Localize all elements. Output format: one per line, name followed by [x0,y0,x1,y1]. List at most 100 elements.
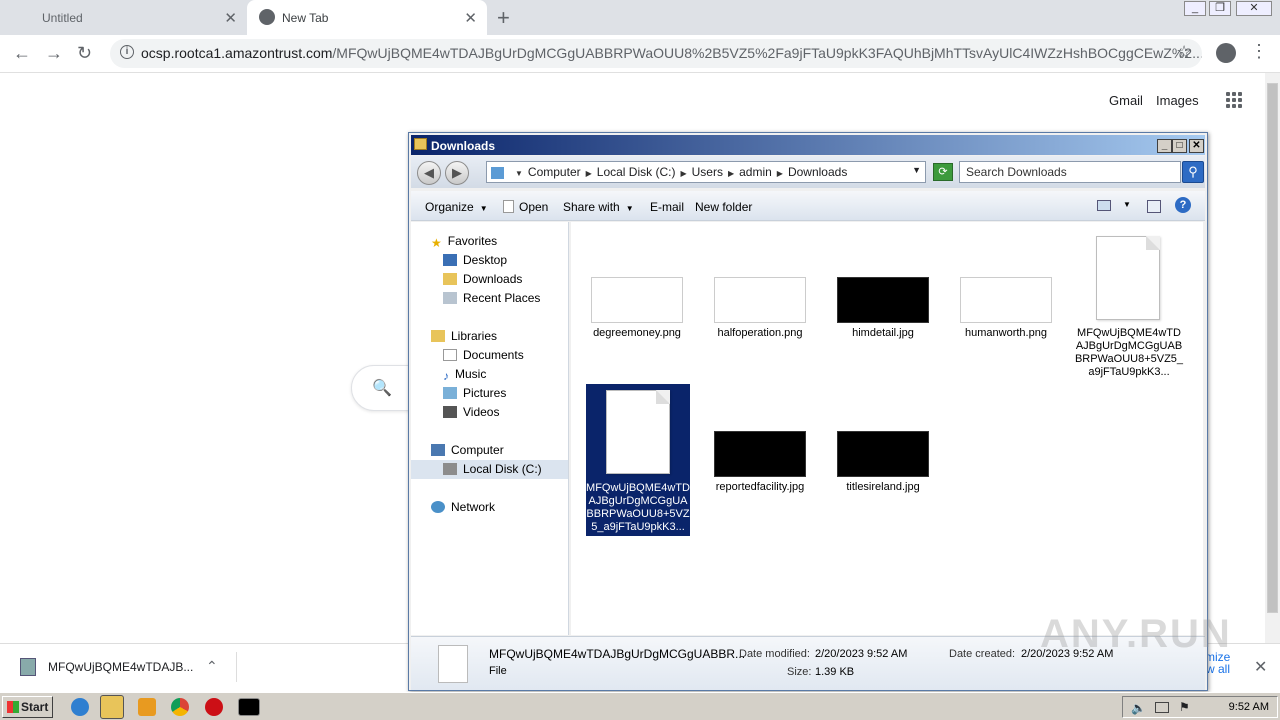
flag-icon[interactable]: ⚑ [1179,700,1190,714]
details-created-label: Date created: [949,648,1016,660]
breadcrumb-item[interactable]: admin [739,165,772,179]
clock[interactable]: 9:52 AM [1229,701,1269,713]
page-scrollbar[interactable] [1265,73,1280,643]
libraries-icon [431,330,445,342]
image-thumbnail [837,277,929,323]
close-icon[interactable]: ✕ [1189,139,1204,153]
email-button[interactable]: E-mail [650,200,684,214]
tab-bar: Untitled ✕ New Tab ✕ + _ ❐ ✕ [0,0,1280,35]
details-size-label: Size: [787,666,812,678]
close-window-icon[interactable]: ✕ [1236,1,1272,16]
star-icon: ★ [431,236,442,250]
omnibox[interactable]: i ocsp.rootca1.amazontrust.com/MFQwUjBQM… [110,39,1202,68]
sidebar-item-videos[interactable]: Videos [443,405,499,419]
sidebar-item-computer[interactable]: Computer [431,443,504,457]
restore-window-icon[interactable]: ❐ [1209,1,1231,16]
minimize-window-icon[interactable]: _ [1184,1,1206,16]
close-tab-icon[interactable]: ✕ [464,9,477,27]
search-icon[interactable]: ⚲ [1182,161,1204,183]
close-icon[interactable]: ✕ [1254,657,1267,677]
network-tray-icon[interactable] [1155,702,1169,713]
taskbar: Start 🔈 ⚑ 9:52 AM [0,692,1280,720]
help-icon[interactable]: ? [1175,197,1191,213]
tab-untitled[interactable]: Untitled ✕ [0,0,247,35]
media-player-icon[interactable] [138,698,156,716]
bookmark-star-icon[interactable]: ☆ [1176,42,1192,63]
close-tab-icon[interactable]: ✕ [224,9,237,27]
sidebar-item-desktop[interactable]: Desktop [443,253,507,267]
maximize-icon[interactable]: □ [1172,139,1187,153]
new-folder-button[interactable]: New folder [695,200,752,214]
new-tab-icon[interactable]: + [497,5,510,31]
search-icon: 🔍 [372,380,392,397]
sidebar-label: Network [451,500,496,514]
image-thumbnail [837,431,929,477]
document-icon [1096,236,1160,320]
explorer-titlebar[interactable]: Downloads _ □ ✕ [411,135,1205,155]
cmd-icon[interactable] [238,698,260,716]
preview-pane-icon[interactable] [1147,200,1161,213]
start-button[interactable]: Start [2,696,53,718]
music-icon: ♪ [443,369,449,383]
back-icon[interactable]: ◀ [417,161,441,185]
ie-icon[interactable] [71,698,89,716]
minimize-icon[interactable]: _ [1157,139,1172,153]
sidebar-label: Music [455,367,487,381]
file-name: humanworth.png [965,327,1047,339]
chevron-down-icon[interactable]: ▼ [1123,200,1131,209]
show-all-button[interactable]: w all [1206,662,1230,676]
explorer-taskbar-icon[interactable] [100,695,124,719]
chrome-icon[interactable] [171,698,189,716]
chevron-up-icon[interactable]: ⌃ [206,658,218,675]
sidebar-item-recent-places[interactable]: Recent Places [443,291,540,305]
reload-icon[interactable]: ↻ [77,43,92,64]
menu-icon[interactable]: ⋮ [1250,41,1268,62]
opera-icon[interactable] [205,698,223,716]
speaker-icon[interactable]: 🔈 [1131,701,1146,715]
breadcrumb[interactable]: ▼ Computer ▶ Local Disk (C:) ▶ Users ▶ admin ▶ Do… [486,161,926,183]
explorer-window: Downloads _ □ ✕ ◀ ▶ ▼ Computer ▶ Local Disk… [408,132,1208,691]
forward-icon[interactable]: ▶ [445,161,469,185]
back-icon[interactable]: ← [13,43,31,64]
scrollbar-thumb[interactable] [1267,83,1278,613]
organize-button[interactable]: Organize ▼ [425,200,488,214]
sidebar-item-documents[interactable]: Documents [443,348,524,362]
gmail-link[interactable]: Gmail [1109,93,1143,108]
windows-logo-icon [7,701,19,713]
sidebar-item-favorites[interactable]: ★ Favorites [431,234,497,250]
sidebar-item-libraries[interactable]: Libraries [431,329,497,343]
sidebar-item-pictures[interactable]: Pictures [443,386,506,400]
chevron-down-icon[interactable]: ▼ [912,165,921,175]
apps-grid-icon[interactable] [1226,92,1242,108]
open-label: Open [519,200,549,214]
file-name: MFQwUjBQME4wTDAJBgUrDgMCGgUABBRPWaOUU8+5… [1074,327,1184,378]
share-with-button[interactable]: Share with ▼ [563,200,634,214]
file-item-selected[interactable]: MFQwUjBQME4wTDAJBgUrDgMCGgUABBRPWaOUU8+5… [586,384,690,536]
document-icon [438,645,468,683]
sidebar-item-local-disk[interactable]: Local Disk (C:) [411,460,568,479]
refresh-icon[interactable]: ⟳ [933,163,953,181]
images-link[interactable]: Images [1156,93,1199,108]
globe-icon [259,9,275,25]
file-name: reportedfacility.jpg [715,481,805,493]
tab-new-tab[interactable]: New Tab ✕ [247,0,487,35]
breadcrumb-item[interactable]: Local Disk (C:) [597,165,676,179]
address-bar: ← → ↻ i ocsp.rootca1.amazontrust.com/MFQ… [0,35,1280,73]
sidebar-item-network[interactable]: Network [431,500,495,514]
download-item-name[interactable]: MFQwUjBQME4wTDAJB... [48,660,193,674]
breadcrumb-item[interactable]: Users [692,165,723,179]
sidebar-item-downloads[interactable]: Downloads [443,272,522,286]
forward-icon[interactable]: → [45,43,63,64]
view-icon[interactable] [1097,200,1111,211]
sidebar-item-music[interactable]: ♪ Music [443,367,487,383]
account-icon[interactable] [1216,43,1236,63]
breadcrumb-item[interactable]: Computer [528,165,581,179]
open-button[interactable]: Open [503,200,548,214]
file-name: MFQwUjBQME4wTDAJBgUrDgMCGgUABBRPWaOUU8+5… [586,482,690,533]
search-input[interactable]: Search Downloads [959,161,1181,183]
image-thumbnail [714,431,806,477]
sidebar-label: Documents [463,348,524,362]
breadcrumb-item[interactable]: Downloads [788,165,847,179]
document-icon [606,390,670,474]
info-icon[interactable]: i [120,45,134,59]
